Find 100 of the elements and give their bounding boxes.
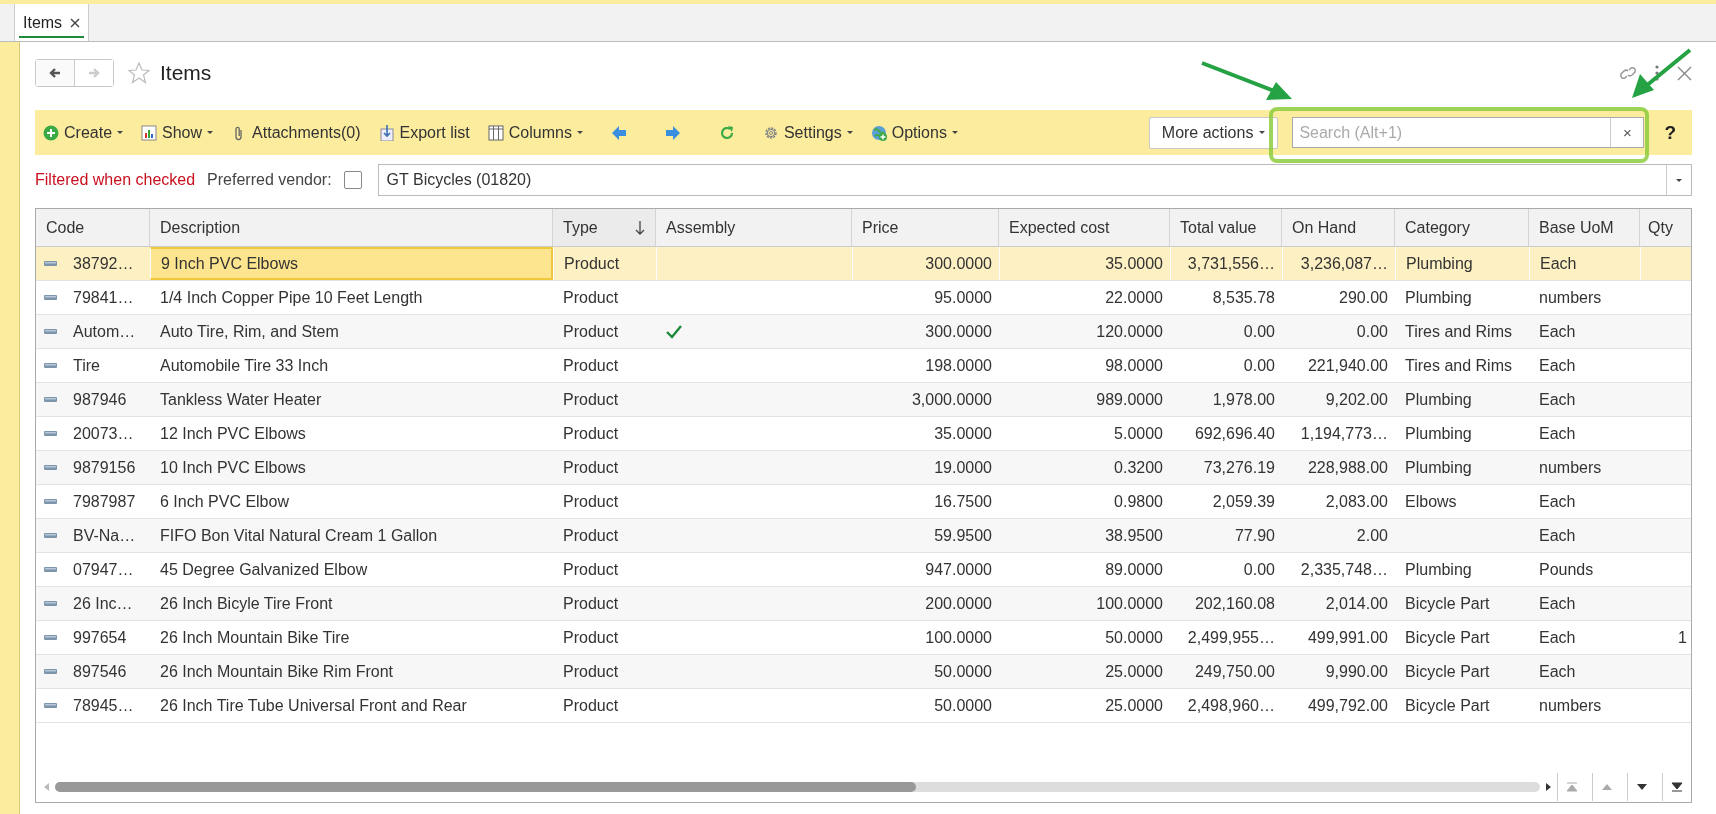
right-arrow-icon xyxy=(664,124,681,141)
row-icon xyxy=(44,533,57,538)
arrow-icon xyxy=(49,67,61,79)
help-button[interactable]: ? xyxy=(1664,121,1676,144)
scroll-right-icon[interactable] xyxy=(1546,783,1551,791)
close-icon[interactable] xyxy=(70,17,81,28)
export-button[interactable]: Export list xyxy=(376,121,472,144)
table-cell: 26 Inc… xyxy=(73,594,133,613)
tab[interactable]: Items xyxy=(14,4,90,41)
refresh-icon xyxy=(718,124,735,141)
column-header[interactable]: Total value xyxy=(1170,209,1282,246)
table-cell: Product xyxy=(563,662,619,681)
column-header[interactable]: Type xyxy=(553,209,656,246)
attachments-button[interactable]: Attachments(0) xyxy=(229,121,363,144)
column-header[interactable]: Expected cost xyxy=(999,209,1170,246)
table-cell: Auto Tire, Rim, and Stem xyxy=(160,322,339,341)
table-cell: 10 Inch PVC Elbows xyxy=(160,458,306,477)
table-row[interactable]: 9879156 10 Inch PVC Elbows Product 19.0000 0.3200 73,276.19 228,988.00 Plumbing numbers xyxy=(36,451,1691,485)
table-cell: Product xyxy=(563,424,619,443)
checkbox[interactable] xyxy=(343,171,362,189)
table-cell: 198.0000 xyxy=(925,356,992,375)
table-row[interactable]: 38792… 9 Inch PVC Elbows Product 300.0000 35.0000 3,731,556… 3,236,087… Plumbing Each xyxy=(36,247,1691,281)
table-cell: 0.00 xyxy=(1356,322,1388,341)
table-cell: Product xyxy=(563,458,619,477)
column-header[interactable]: Qty xyxy=(1640,209,1691,246)
table-cell: 35.0000 xyxy=(1105,254,1163,273)
table-cell: 3,236,087… xyxy=(1300,254,1388,273)
star-icon[interactable] xyxy=(128,62,150,84)
table-cell: 2,083.00 xyxy=(1325,492,1388,511)
table-cell: Product xyxy=(563,628,619,647)
sort-down-icon[interactable] xyxy=(635,220,645,235)
table-cell: 100.0000 xyxy=(925,628,992,647)
scrollbar-thumb[interactable] xyxy=(55,782,917,792)
table-cell: 38792… xyxy=(73,254,134,273)
table-cell: numbers xyxy=(1539,458,1602,477)
export-icon xyxy=(378,124,395,141)
page-up-icon xyxy=(1601,782,1613,792)
table-cell: Each xyxy=(1539,390,1576,409)
table-cell: 9 Inch PVC Elbows xyxy=(161,254,298,273)
table-cell: 20073… xyxy=(73,424,134,443)
create-button[interactable]: Create xyxy=(41,121,126,144)
column-header[interactable]: Code xyxy=(36,209,150,246)
table-cell: Plumbing xyxy=(1405,390,1472,409)
column-header[interactable]: Base UoM xyxy=(1529,209,1640,246)
back-button[interactable] xyxy=(36,60,74,86)
table-cell: 120.0000 xyxy=(1096,322,1163,341)
table-cell: FIFO Bon Vital Natural Cream 1 Gallon xyxy=(160,526,438,545)
table-cell: 290.00 xyxy=(1339,288,1388,307)
table-cell: Plumbing xyxy=(1405,424,1472,443)
table-cell: Plumbing xyxy=(1405,560,1472,579)
link-icon[interactable] xyxy=(1619,64,1637,82)
more-icon[interactable] xyxy=(1655,65,1659,81)
table-row[interactable]: 897546 26 Inch Mountain Bike Rim Front Product 50.0000 25.0000 249,750.00 9,990.00 Bicycle Part Each xyxy=(36,655,1691,689)
table-cell: 25.0000 xyxy=(1105,696,1163,715)
table-cell: 16.7500 xyxy=(934,492,992,511)
table-cell: Elbows xyxy=(1405,492,1457,511)
table-cell: 26 Inch Tire Tube Universal Front and Rear xyxy=(160,696,467,715)
table-cell: 1 xyxy=(1678,628,1687,647)
table-cell: Each xyxy=(1539,526,1576,545)
table-cell: 2.00 xyxy=(1356,526,1388,545)
table-row[interactable]: BV-Na… FIFO Bon Vital Natural Cream 1 Gallon Product 59.9500 38.9500 77.90 2.00 Each xyxy=(36,519,1691,553)
column-header[interactable]: Price xyxy=(852,209,999,246)
column-header[interactable]: On Hand xyxy=(1282,209,1395,246)
options-button[interactable]: Options xyxy=(868,121,960,144)
table-cell: 2,059.39 xyxy=(1212,492,1275,511)
last-page-icon xyxy=(1671,782,1683,792)
table-cell: Each xyxy=(1539,662,1576,681)
table-cell: Product xyxy=(563,390,619,409)
table-cell: 3,731,556… xyxy=(1187,254,1275,273)
table-row[interactable]: 26 Inc… 26 Inch Bicyle Tire Front Product 200.0000 100.0000 202,160.08 2,014.00 Bicycle Part Each xyxy=(36,587,1691,621)
clear-button[interactable]: × xyxy=(1610,118,1644,147)
table-cell: Plumbing xyxy=(1406,254,1473,273)
table-cell: 59.9500 xyxy=(934,526,992,545)
table-row[interactable]: 987946 Tankless Water Heater Product 3,000.0000 989.0000 1,978.00 9,202.00 Plumbing Each xyxy=(36,383,1691,417)
vendor-dropdown[interactable]: GT Bicycles (01820) xyxy=(377,164,1692,196)
columns-button[interactable]: Columns xyxy=(485,121,585,144)
arrow-icon xyxy=(88,67,100,79)
more-actions-button[interactable]: More actions xyxy=(1148,116,1279,149)
show-button[interactable]: Show xyxy=(139,121,216,144)
page-title: Items xyxy=(160,61,212,85)
table-cell: 100.0000 xyxy=(1096,594,1163,613)
table-cell: 38.9500 xyxy=(1105,526,1163,545)
settings-button[interactable]: Settings xyxy=(760,121,855,144)
table-cell: 26 Inch Bicyle Tire Front xyxy=(160,594,333,613)
column-header[interactable]: Category xyxy=(1395,209,1529,246)
table-cell: 300.0000 xyxy=(925,254,992,273)
table-cell: 26 Inch Mountain Bike Rim Front xyxy=(160,662,393,681)
table-row[interactable]: Autom… Auto Tire, Rim, and Stem Product 300.0000 120.0000 0.00 0.00 Tires and Rims Each xyxy=(36,315,1691,349)
globe-icon xyxy=(870,124,887,141)
table-cell: 249,750.00 xyxy=(1194,662,1275,681)
table-row[interactable]: 78945… 26 Inch Tire Tube Universal Front and Rear Product 50.0000 25.0000 2,498,960… 499,792.00 Bicycle Part numbers xyxy=(36,689,1691,723)
column-header[interactable]: Assembly xyxy=(656,209,852,246)
scroll-left-icon[interactable] xyxy=(44,783,49,791)
row-icon xyxy=(44,499,57,504)
search-field[interactable]: Search (Alt+1) × xyxy=(1292,117,1645,148)
horizontal-scrollbar[interactable] xyxy=(55,782,1540,792)
table-cell: 9,202.00 xyxy=(1325,390,1388,409)
table-cell: 0.00 xyxy=(1243,356,1275,375)
table-cell: Product xyxy=(563,288,619,307)
filter-note: Filtered when checked xyxy=(35,171,196,189)
